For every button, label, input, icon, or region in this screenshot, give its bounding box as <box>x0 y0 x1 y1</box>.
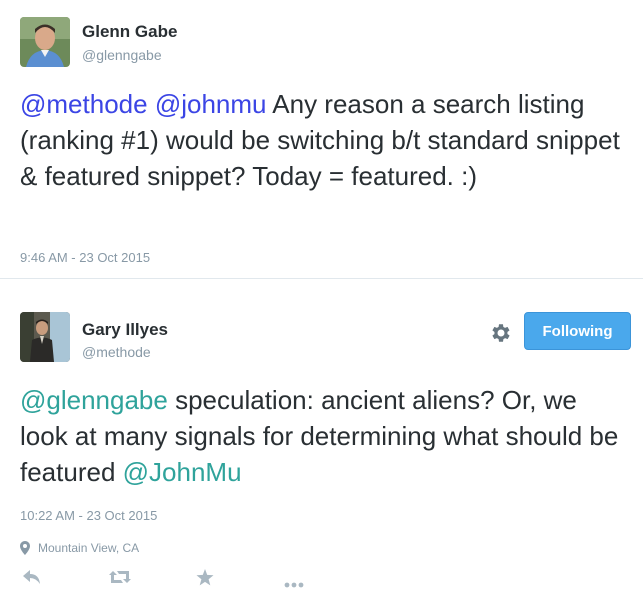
mention-link[interactable]: @JohnMu <box>123 457 242 487</box>
location-label: Mountain View, CA <box>38 541 140 555</box>
tweet-text: @methode @johnmu Any reason a search lis… <box>20 86 625 194</box>
avatar-image <box>20 312 70 362</box>
author-name[interactable]: Gary Illyes <box>82 320 168 340</box>
retweet-icon[interactable] <box>108 569 132 590</box>
tweet-glenn-gabe: Glenn Gabe @glenngabe @methode @johnmu A… <box>0 0 643 278</box>
star-icon[interactable] <box>196 569 214 591</box>
gear-icon[interactable] <box>489 321 513 345</box>
timestamp[interactable]: 9:46 AM - 23 Oct 2015 <box>20 250 150 265</box>
author-handle[interactable]: @methode <box>82 344 151 360</box>
tweet-text: @glenngabe speculation: ancient aliens? … <box>20 382 625 490</box>
map-pin-icon <box>20 541 30 555</box>
timestamp[interactable]: 10:22 AM - 23 Oct 2015 <box>20 508 157 523</box>
avatar[interactable] <box>20 17 70 67</box>
following-button[interactable]: Following <box>524 312 631 350</box>
reply-icon[interactable] <box>22 569 42 590</box>
tweet-gary-illyes: Gary Illyes @methode Following @glenngab… <box>0 279 643 599</box>
mention-link[interactable]: @johnmu <box>155 89 267 119</box>
mention-link[interactable]: @methode <box>20 89 148 119</box>
location[interactable]: Mountain View, CA <box>20 541 139 555</box>
author-handle[interactable]: @glenngabe <box>82 47 162 63</box>
more-icon[interactable] <box>284 575 304 593</box>
tweet-text-segment <box>148 89 155 119</box>
avatar-image <box>20 17 70 67</box>
avatar[interactable] <box>20 312 70 362</box>
author-name[interactable]: Glenn Gabe <box>82 22 177 42</box>
mention-link[interactable]: @glenngabe <box>20 385 168 415</box>
